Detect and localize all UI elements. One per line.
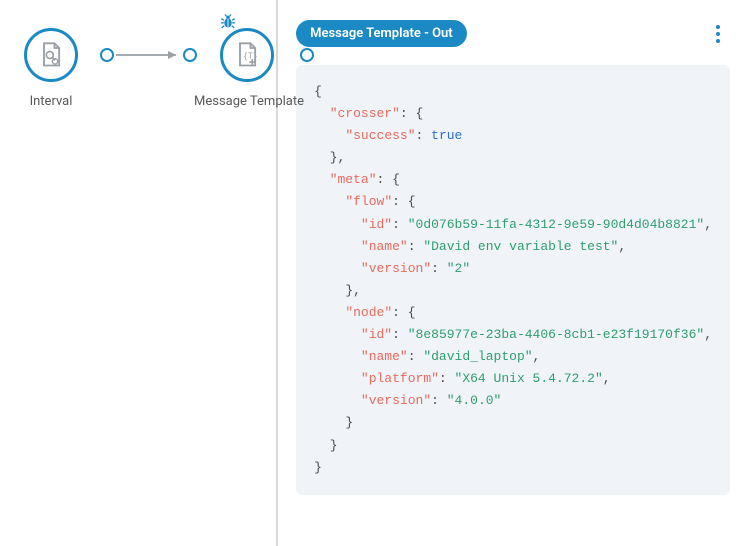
node-template-label: Message Template: [192, 94, 306, 109]
port-template-in[interactable]: [183, 48, 197, 62]
port-interval-out[interactable]: [100, 48, 114, 62]
flow-canvas[interactable]: {T} Interval Message Template: [0, 0, 278, 546]
more-menu-button[interactable]: [706, 22, 730, 46]
svg-text:{T}: {T}: [243, 51, 258, 61]
node-interval-label: Interval: [16, 94, 86, 109]
node-interval[interactable]: [24, 28, 78, 82]
bug-icon: [218, 12, 238, 32]
detail-pane: Message Template - Out { "crosser": { "s…: [278, 0, 748, 546]
output-badge: Message Template - Out: [296, 20, 467, 47]
document-gear-icon: [37, 41, 65, 69]
json-output[interactable]: { "crosser": { "success": true }, "meta"…: [296, 65, 730, 495]
connection-arrow: [114, 0, 184, 60]
template-document-icon: {T}: [233, 41, 261, 69]
node-message-template[interactable]: {T}: [220, 28, 274, 82]
port-template-out[interactable]: [300, 48, 314, 62]
detail-header: Message Template - Out: [296, 20, 730, 47]
